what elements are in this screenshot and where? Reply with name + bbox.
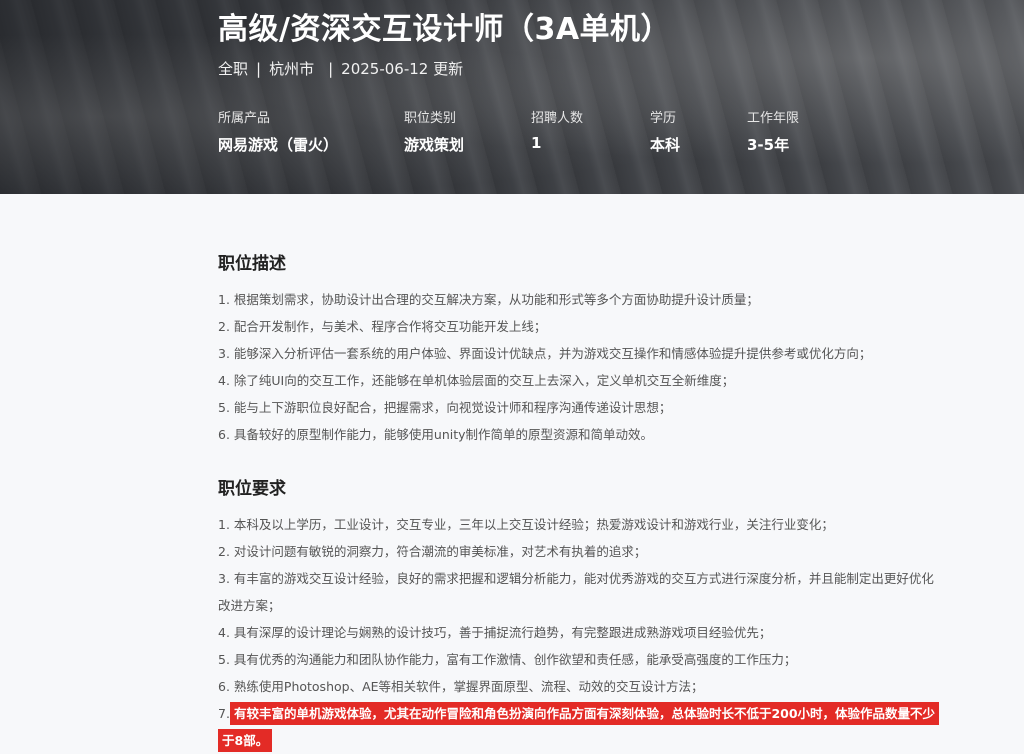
info-value: 3-5年 — [747, 136, 790, 154]
list-item: 1. 本科及以上学历，工业设计，交互专业，三年以上交互设计经验；热爱游戏设计和游… — [218, 517, 834, 532]
list-item: 5. 具有优秀的沟通能力和团队协作能力，富有工作激情、创作欲望和责任感，能承受高… — [218, 652, 797, 667]
list-item: 4. 具有深厚的设计理论与娴熟的设计技巧，善于捕捉流行趋势，有完整跟进成熟游戏项… — [218, 625, 772, 640]
info-label: 职位类别 — [404, 111, 457, 126]
info-category: 职位类别 游戏策划 — [404, 107, 464, 155]
info-headcount: 招聘人数 1 — [531, 107, 583, 152]
description-list: 1. 根据策划需求，协助设计出合理的交互解决方案，从功能和形式等多个方面协助提升… — [218, 286, 938, 448]
info-experience: 工作年限 3-5年 — [747, 107, 799, 155]
meta-separator: | — [256, 60, 262, 78]
list-item: 4. 除了纯UI向的交互工作，还能够在单机体验层面的交互上去深入，定义单机交互全… — [218, 373, 735, 388]
job-info-row: 所属产品 网易游戏（雷火） 职位类别 游戏策划 招聘人数 1 学历 本科 工作年… — [218, 107, 998, 157]
list-item: 6. 熟练使用Photoshop、AE等相关软件，掌握界面原型、流程、动效的交互… — [218, 679, 704, 694]
info-value: 游戏策划 — [404, 136, 465, 154]
info-value: 本科 — [650, 136, 681, 154]
list-item: 5. 能与上下游职位良好配合，把握需求，向视觉设计师和程序沟通传递设计思想； — [218, 400, 672, 415]
list-item: 1. 根据策划需求，协助设计出合理的交互解决方案，从功能和形式等多个方面协助提升… — [218, 292, 759, 307]
employment-type: 全职 — [218, 60, 249, 78]
job-location: 杭州市 — [269, 60, 315, 78]
list-item: 2. 对设计问题有敏锐的洞察力，符合潮流的审美标准，对艺术有执着的追求； — [218, 544, 647, 559]
meta-separator: | — [328, 60, 334, 78]
list-item: 3. 能够深入分析评估一套系统的用户体验、界面设计优缺点，并为游戏交互操作和情感… — [218, 346, 872, 361]
requirements-title: 职位要求 — [218, 479, 286, 499]
highlighted-requirement: 有较丰富的单机游戏体验，尤其在动作冒险和角色扮演向作品方面有深刻体验，总体验时长… — [218, 702, 940, 752]
job-title: 高级/资深交互设计师（3A单机） — [218, 12, 672, 47]
info-value: 1 — [531, 134, 542, 152]
info-education: 学历 本科 — [650, 107, 680, 155]
description-title: 职位描述 — [218, 254, 286, 274]
job-header-banner: 高级/资深交互设计师（3A单机） 全职 | 杭州市 | 2025-06-12 更新 所属… — [0, 0, 1024, 194]
info-label: 招聘人数 — [531, 111, 584, 126]
info-product: 所属产品 网易游戏（雷火） — [218, 107, 338, 155]
job-meta: 全职 | 杭州市 | 2025-06-12 更新 — [218, 58, 463, 79]
list-item-highlighted: 7. 有较丰富的单机游戏体验，尤其在动作冒险和角色扮演向作品方面有深刻体验，总体验… — [218, 700, 940, 754]
info-label: 学历 — [650, 111, 677, 126]
item-number: 7. — [218, 706, 230, 721]
update-date: 2025-06-12 更新 — [341, 60, 464, 78]
requirements-list: 1. 本科及以上学历，工业设计，交互专业，三年以上交互设计经验；热爱游戏设计和游… — [218, 511, 940, 754]
list-item: 6. 具备较好的原型制作能力，能够使用unity制作简单的原型资源和简单动效。 — [218, 427, 654, 442]
info-label: 所属产品 — [218, 111, 271, 126]
list-item: 3. 有丰富的游戏交互设计经验，良好的需求把握和逻辑分析能力，能对优秀游戏的交互… — [218, 571, 934, 613]
info-label: 工作年限 — [747, 111, 800, 126]
list-item: 2. 配合开发制作，与美术、程序合作将交互功能开发上线； — [218, 319, 547, 334]
info-value: 网易游戏（雷火） — [218, 136, 339, 154]
